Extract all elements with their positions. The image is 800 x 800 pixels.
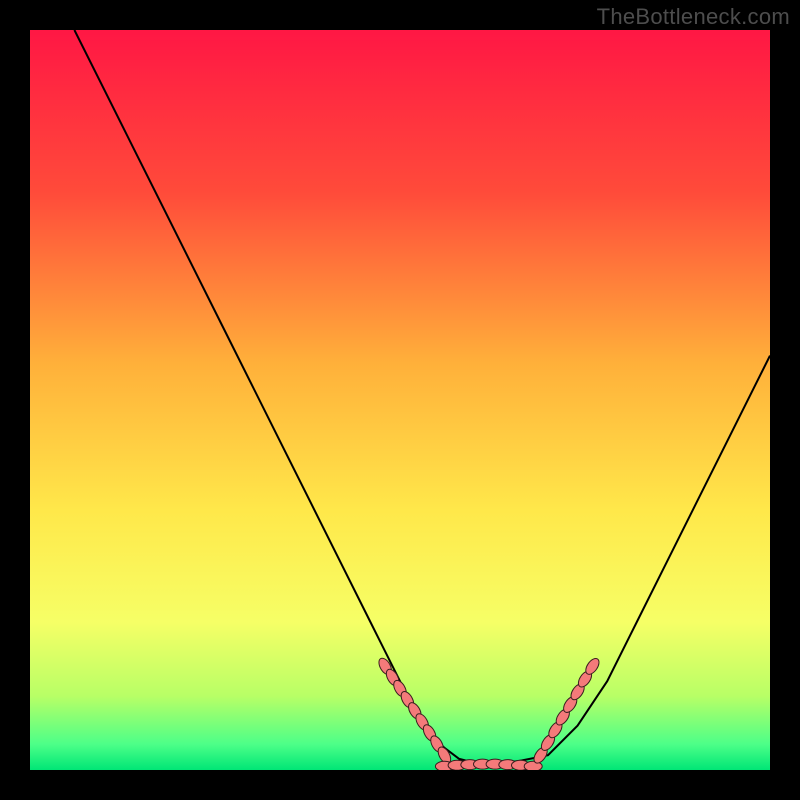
chart-svg [30, 30, 770, 770]
gradient-plot [30, 30, 770, 770]
gradient-background [30, 30, 770, 770]
outer-frame: TheBottleneck.com [0, 0, 800, 800]
watermark-text: TheBottleneck.com [597, 4, 790, 30]
